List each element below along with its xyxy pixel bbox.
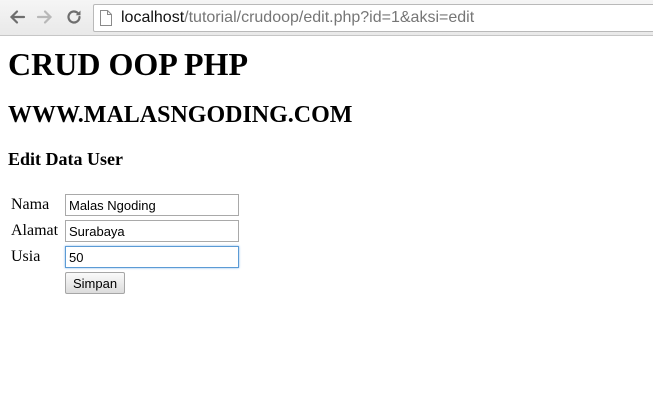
form-row-usia: Usia (10, 245, 240, 269)
reload-icon (67, 10, 81, 24)
site-heading: WWW.MALASNGODING.COM (8, 102, 353, 128)
nama-input[interactable] (65, 194, 239, 216)
form-row-nama: Nama (10, 193, 240, 217)
form-row-alamat: Alamat (10, 219, 240, 243)
usia-input[interactable] (65, 246, 239, 268)
reload-button[interactable] (63, 6, 85, 28)
url-host: localhost (121, 9, 185, 26)
alamat-label: Alamat (11, 222, 59, 239)
arrow-right-icon (36, 10, 53, 24)
browser-toolbar: localhost/tutorial/crudoop/edit.php?id=1… (0, 0, 653, 36)
url-path: /tutorial/crudoop/edit.php?id=1&aksi=edi… (184, 9, 475, 26)
address-bar[interactable]: localhost/tutorial/crudoop/edit.php?id=1… (93, 4, 653, 32)
alamat-input[interactable] (65, 220, 239, 242)
page-title: CRUD OOP PHP (8, 46, 248, 82)
edit-user-form: Nama Alamat Usia Simpan (8, 191, 242, 297)
url-text: localhost/tutorial/crudoop/edit.php?id=1… (121, 5, 474, 31)
section-heading: Edit Data User (8, 149, 123, 169)
page-icon (100, 10, 112, 26)
back-button[interactable] (6, 6, 28, 28)
form-row-submit: Simpan (10, 271, 240, 295)
forward-button[interactable] (34, 6, 56, 28)
simpan-button[interactable]: Simpan (65, 272, 126, 294)
arrow-left-icon (9, 10, 26, 24)
usia-label: Usia (11, 248, 41, 265)
nama-label: Nama (11, 196, 50, 213)
